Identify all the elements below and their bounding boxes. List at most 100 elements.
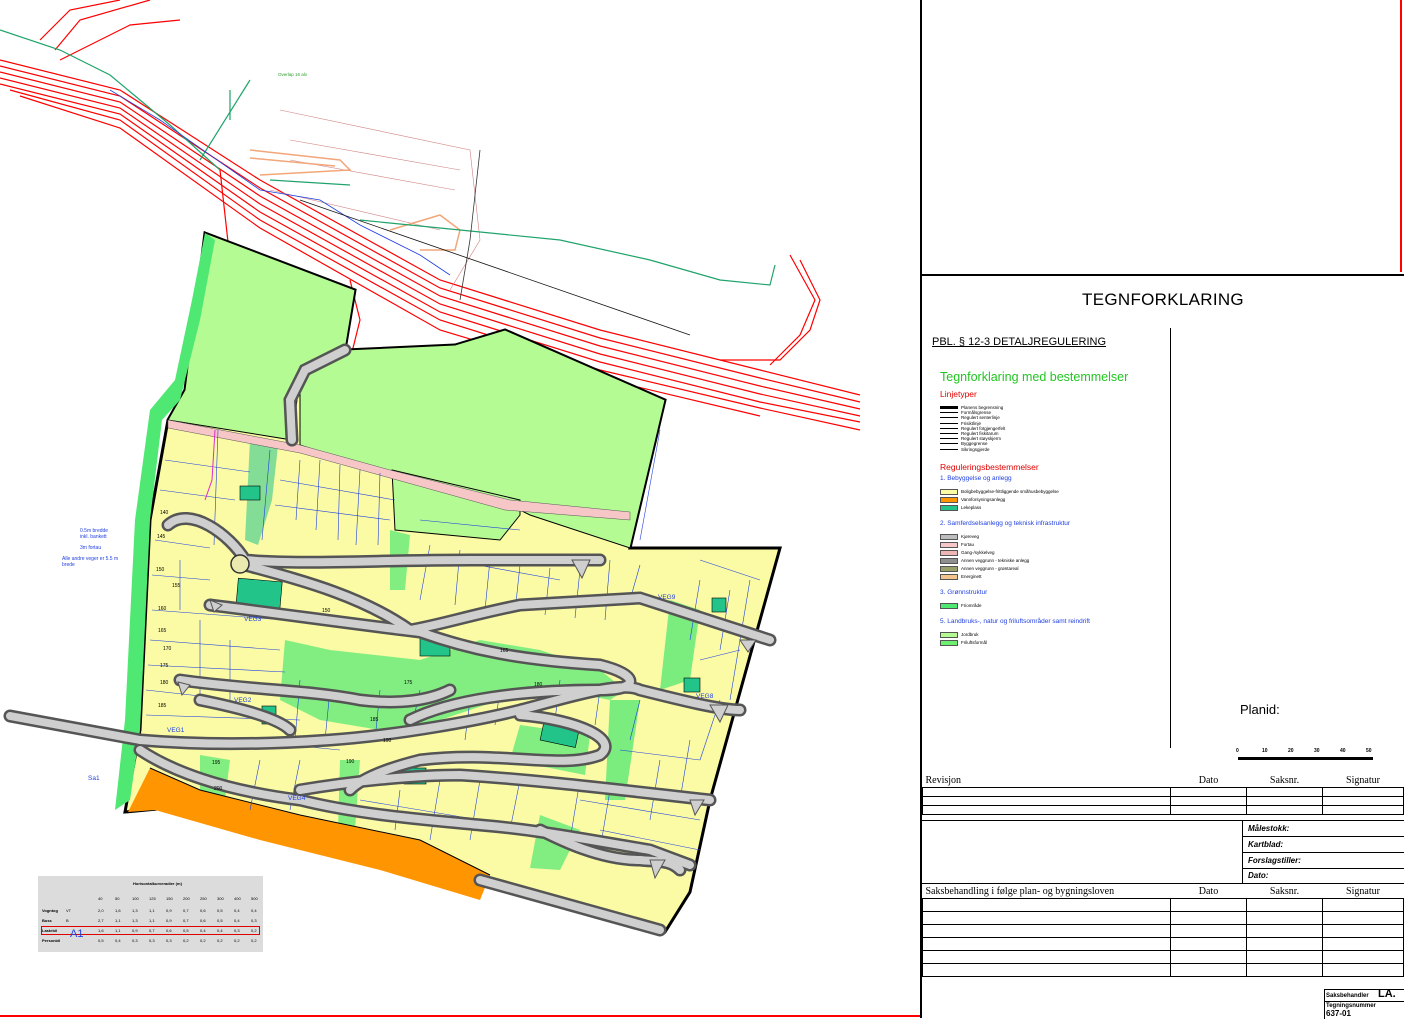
scale-label: 20 xyxy=(1288,748,1294,754)
saksbehandling-header: Saksbehandling i følge plan- og bygnings… xyxy=(922,884,1171,899)
legend-item: Boligbebyggelse-frittliggende småhusbeby… xyxy=(940,488,1059,495)
dato-header: Dato xyxy=(1170,773,1247,788)
table-cell: 0,7 xyxy=(149,928,155,933)
table-cell: 0,5 xyxy=(98,938,104,943)
color-swatch xyxy=(940,602,958,609)
table-cell: 1,1 xyxy=(115,918,121,923)
color-swatch xyxy=(940,488,958,495)
table-cell: 0,4 xyxy=(234,908,240,913)
legend-item: Annen veggrunn - tekniske anlegg xyxy=(940,557,1029,564)
table-cell: 1,1 xyxy=(149,918,155,923)
legend-item: Kjøreveg xyxy=(940,533,979,540)
legend-item: Jordbruk xyxy=(940,631,979,638)
line-sample xyxy=(940,417,958,419)
table-cell: 1,6 xyxy=(115,908,121,913)
highlight-label: A1 xyxy=(70,928,84,940)
linjetyper-heading: Linjetyper xyxy=(940,389,977,399)
line-sample xyxy=(940,427,958,429)
table-cell: 1,3 xyxy=(132,918,138,923)
table-cell: 0,3 xyxy=(251,918,257,923)
legend-item: Fortau xyxy=(940,541,974,548)
sheet-border xyxy=(0,1015,920,1017)
table-cell: 0,4 xyxy=(200,928,206,933)
kote-label: 150 xyxy=(156,567,165,573)
line-sample xyxy=(940,438,958,440)
table-cell: 0,4 xyxy=(115,938,121,943)
color-swatch xyxy=(940,504,958,511)
table-cell: 0,6 xyxy=(200,908,206,913)
roundabout xyxy=(230,554,250,574)
column-header: 500 xyxy=(251,896,258,901)
kote-label: 175 xyxy=(404,680,413,686)
revisjon-header: Revisjon xyxy=(922,773,1171,788)
dato-label: Dato: xyxy=(1248,871,1269,880)
row-label: Personbil xyxy=(42,938,61,943)
table-cell: 0,9 xyxy=(132,928,138,933)
column-header: 40 xyxy=(98,896,103,901)
title-block-top xyxy=(922,0,1404,276)
kote-label: 140 xyxy=(160,510,169,516)
table-cell: 0,2 xyxy=(234,938,240,943)
table-cell: 0,7 xyxy=(183,908,189,913)
legend-item-label: Gang-/sykkelveg xyxy=(961,550,995,555)
color-swatch xyxy=(940,631,958,638)
legend-heading: Tegnforklaring med bestemmelser xyxy=(940,370,1129,384)
color-swatch xyxy=(940,639,958,646)
legend-item-label: Friområde xyxy=(961,603,982,608)
legend-item: Friluftsformål xyxy=(940,639,987,646)
signatur-header: Signatur xyxy=(1322,773,1404,788)
color-swatch xyxy=(940,573,958,580)
section-heading: 2. Samferdselsanlegg og teknisk infrastr… xyxy=(940,520,1071,527)
table-cell: 0,4 xyxy=(234,918,240,923)
signatur-header: Signatur xyxy=(1322,884,1404,899)
table-cell: 2,7 xyxy=(98,918,104,923)
note-line-5: brede xyxy=(62,562,75,568)
kote-label: 155 xyxy=(172,583,181,589)
legend-item: Vannforsyningsanlegg xyxy=(940,496,1005,503)
label-sa1: Sa1 xyxy=(88,775,100,782)
legend-item-label: Friluftsformål xyxy=(961,640,988,645)
table-cell: 0,6 xyxy=(200,918,206,923)
legend-item: Annen veggrunn - grøntareal xyxy=(940,565,1019,572)
label-veg8: VEG8 xyxy=(696,693,714,700)
column-header: 125 xyxy=(149,896,156,901)
section-heading: 1. Bebyggelse og anlegg xyxy=(940,475,1012,482)
legend-item-label: Annen veggrunn - tekniske anlegg xyxy=(961,558,1030,563)
pbl-heading: PBL. § 12-3 DETALJREGULERING xyxy=(932,336,1107,348)
table-cell: 1,3 xyxy=(132,908,138,913)
saksbehandler-value: LA. xyxy=(1378,988,1396,1000)
kote-label: 180 xyxy=(534,682,543,688)
radius-table: Horisontalkurveradier (m) A1 40 50 100 125 1… xyxy=(38,876,263,952)
table-cell: 0,5 xyxy=(217,918,223,923)
scale-label: 10 xyxy=(1262,748,1268,754)
note-line-2: inkl. bankett xyxy=(80,534,107,540)
legend-item: Energinett xyxy=(940,573,982,580)
table-cell: 0,3 xyxy=(132,938,138,943)
table-cell: 0,3 xyxy=(149,938,155,943)
column-header: 200 xyxy=(183,896,190,901)
row-label: Buss xyxy=(42,918,52,923)
color-swatch xyxy=(940,541,958,548)
row-code: B xyxy=(66,918,69,923)
row-label: Lastebil xyxy=(42,928,58,933)
kote-label: 170 xyxy=(163,646,172,652)
scale-bar-line xyxy=(1238,757,1373,760)
row-label: Vogntog xyxy=(42,908,58,913)
table-cell: 0,2 xyxy=(251,928,257,933)
section-heading: 5. Landbruks-, natur og friluftsområder … xyxy=(940,618,1090,625)
legend-item: Gang-/sykkelveg xyxy=(940,549,995,556)
table-cell: 0,2 xyxy=(251,938,257,943)
legend-item: Friområde xyxy=(940,602,982,609)
table-cell: 1,1 xyxy=(115,928,121,933)
legend-item-label: Annen veggrunn - grøntareal xyxy=(961,566,1019,571)
plan-area xyxy=(3,230,782,937)
table-cell: 0,5 xyxy=(183,928,189,933)
dato-header: Dato xyxy=(1170,884,1247,899)
scale-bar: 0 10 20 30 40 50 xyxy=(1236,748,1378,768)
kote-label: 160 xyxy=(158,606,167,612)
kote-label: 180 xyxy=(160,680,169,686)
plan-boundary-north xyxy=(459,149,481,301)
kartblad-label: Kartblad: xyxy=(1248,840,1284,849)
line-sample xyxy=(940,448,958,450)
table-cell: 0,3 xyxy=(166,938,172,943)
